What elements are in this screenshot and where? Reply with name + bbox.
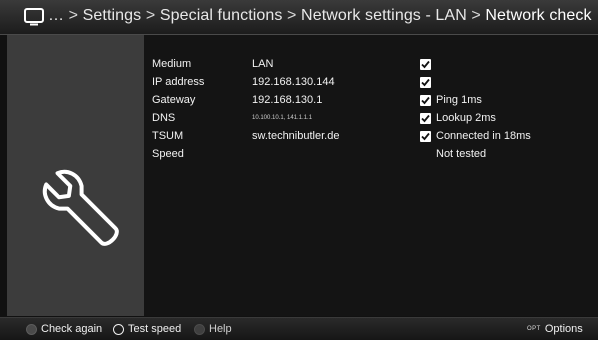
test-speed-label: Test speed bbox=[128, 323, 182, 335]
row-value: 10.100.10.1, 141.1.1.1 bbox=[252, 115, 313, 121]
row-label: DNS bbox=[152, 112, 176, 124]
row-label: Speed bbox=[152, 148, 184, 160]
options-label: Options bbox=[544, 323, 583, 335]
options-button[interactable]: OPT Options bbox=[527, 323, 583, 335]
checkmark-icon bbox=[420, 95, 431, 106]
breadcrumb: … > Settings > Special functions > Netwo… bbox=[48, 7, 592, 25]
row-medium: Medium LAN bbox=[144, 56, 598, 74]
red-button-icon bbox=[26, 323, 37, 335]
breadcrumb-item-special-functions[interactable]: Special functions bbox=[160, 7, 283, 24]
row-value: sw.technibutler.de bbox=[252, 130, 340, 142]
breadcrumb-ellipsis: … bbox=[48, 7, 65, 24]
test-speed-button[interactable]: Test speed bbox=[113, 323, 181, 335]
sidebar-panel bbox=[7, 35, 144, 316]
screen: … > Settings > Special functions > Netwo… bbox=[0, 0, 598, 340]
opt-key-icon: OPT bbox=[527, 326, 541, 332]
yellow-button-icon bbox=[194, 323, 205, 335]
breadcrumb-item-settings[interactable]: Settings bbox=[83, 7, 142, 24]
network-check-panel: Medium LAN IP address 192.168.130.144 Ga… bbox=[144, 35, 598, 316]
tv-icon bbox=[24, 8, 44, 26]
row-gateway: Gateway 192.168.130.1 Ping 1ms bbox=[144, 92, 598, 110]
title-bar: … > Settings > Special functions > Netwo… bbox=[0, 0, 598, 35]
wrench-icon bbox=[42, 169, 119, 246]
checkmark-icon bbox=[420, 59, 431, 70]
breadcrumb-separator: > bbox=[68, 7, 79, 24]
page-title: Network check bbox=[485, 7, 592, 24]
row-label: TSUM bbox=[152, 130, 184, 142]
breadcrumb-separator: > bbox=[287, 7, 297, 24]
checkmark-icon bbox=[420, 77, 431, 88]
footer-bar: Check again Test speed Help OPT Options bbox=[0, 317, 598, 340]
row-status: Ping 1ms bbox=[436, 94, 482, 106]
breadcrumb-separator: > bbox=[145, 7, 156, 24]
row-status: Connected in 18ms bbox=[436, 130, 531, 142]
row-label: IP address bbox=[152, 76, 205, 88]
row-dns: DNS 10.100.10.1, 141.1.1.1 Lookup 2ms bbox=[144, 110, 598, 128]
check-again-button[interactable]: Check again bbox=[26, 323, 102, 335]
check-again-label: Check again bbox=[41, 323, 103, 335]
row-status: Lookup 2ms bbox=[436, 112, 496, 124]
row-tsum: TSUM sw.technibutler.de Connected in 18m… bbox=[144, 128, 598, 146]
row-speed: Speed Not tested bbox=[144, 146, 598, 164]
row-value: LAN bbox=[252, 58, 274, 70]
checkmark-icon bbox=[420, 113, 431, 124]
row-status: Not tested bbox=[436, 148, 487, 160]
row-ip-address: IP address 192.168.130.144 bbox=[144, 74, 598, 92]
breadcrumb-separator: > bbox=[471, 7, 481, 24]
row-label: Gateway bbox=[152, 94, 196, 106]
help-button[interactable]: Help bbox=[194, 323, 232, 335]
checkmark-icon bbox=[420, 131, 431, 142]
row-value: 192.168.130.144 bbox=[252, 76, 335, 88]
breadcrumb-item-network-settings[interactable]: Network settings - LAN bbox=[301, 7, 467, 24]
help-label: Help bbox=[209, 323, 232, 335]
row-label: Medium bbox=[152, 58, 192, 70]
row-value: 192.168.130.1 bbox=[252, 94, 323, 106]
green-button-icon bbox=[113, 323, 124, 335]
